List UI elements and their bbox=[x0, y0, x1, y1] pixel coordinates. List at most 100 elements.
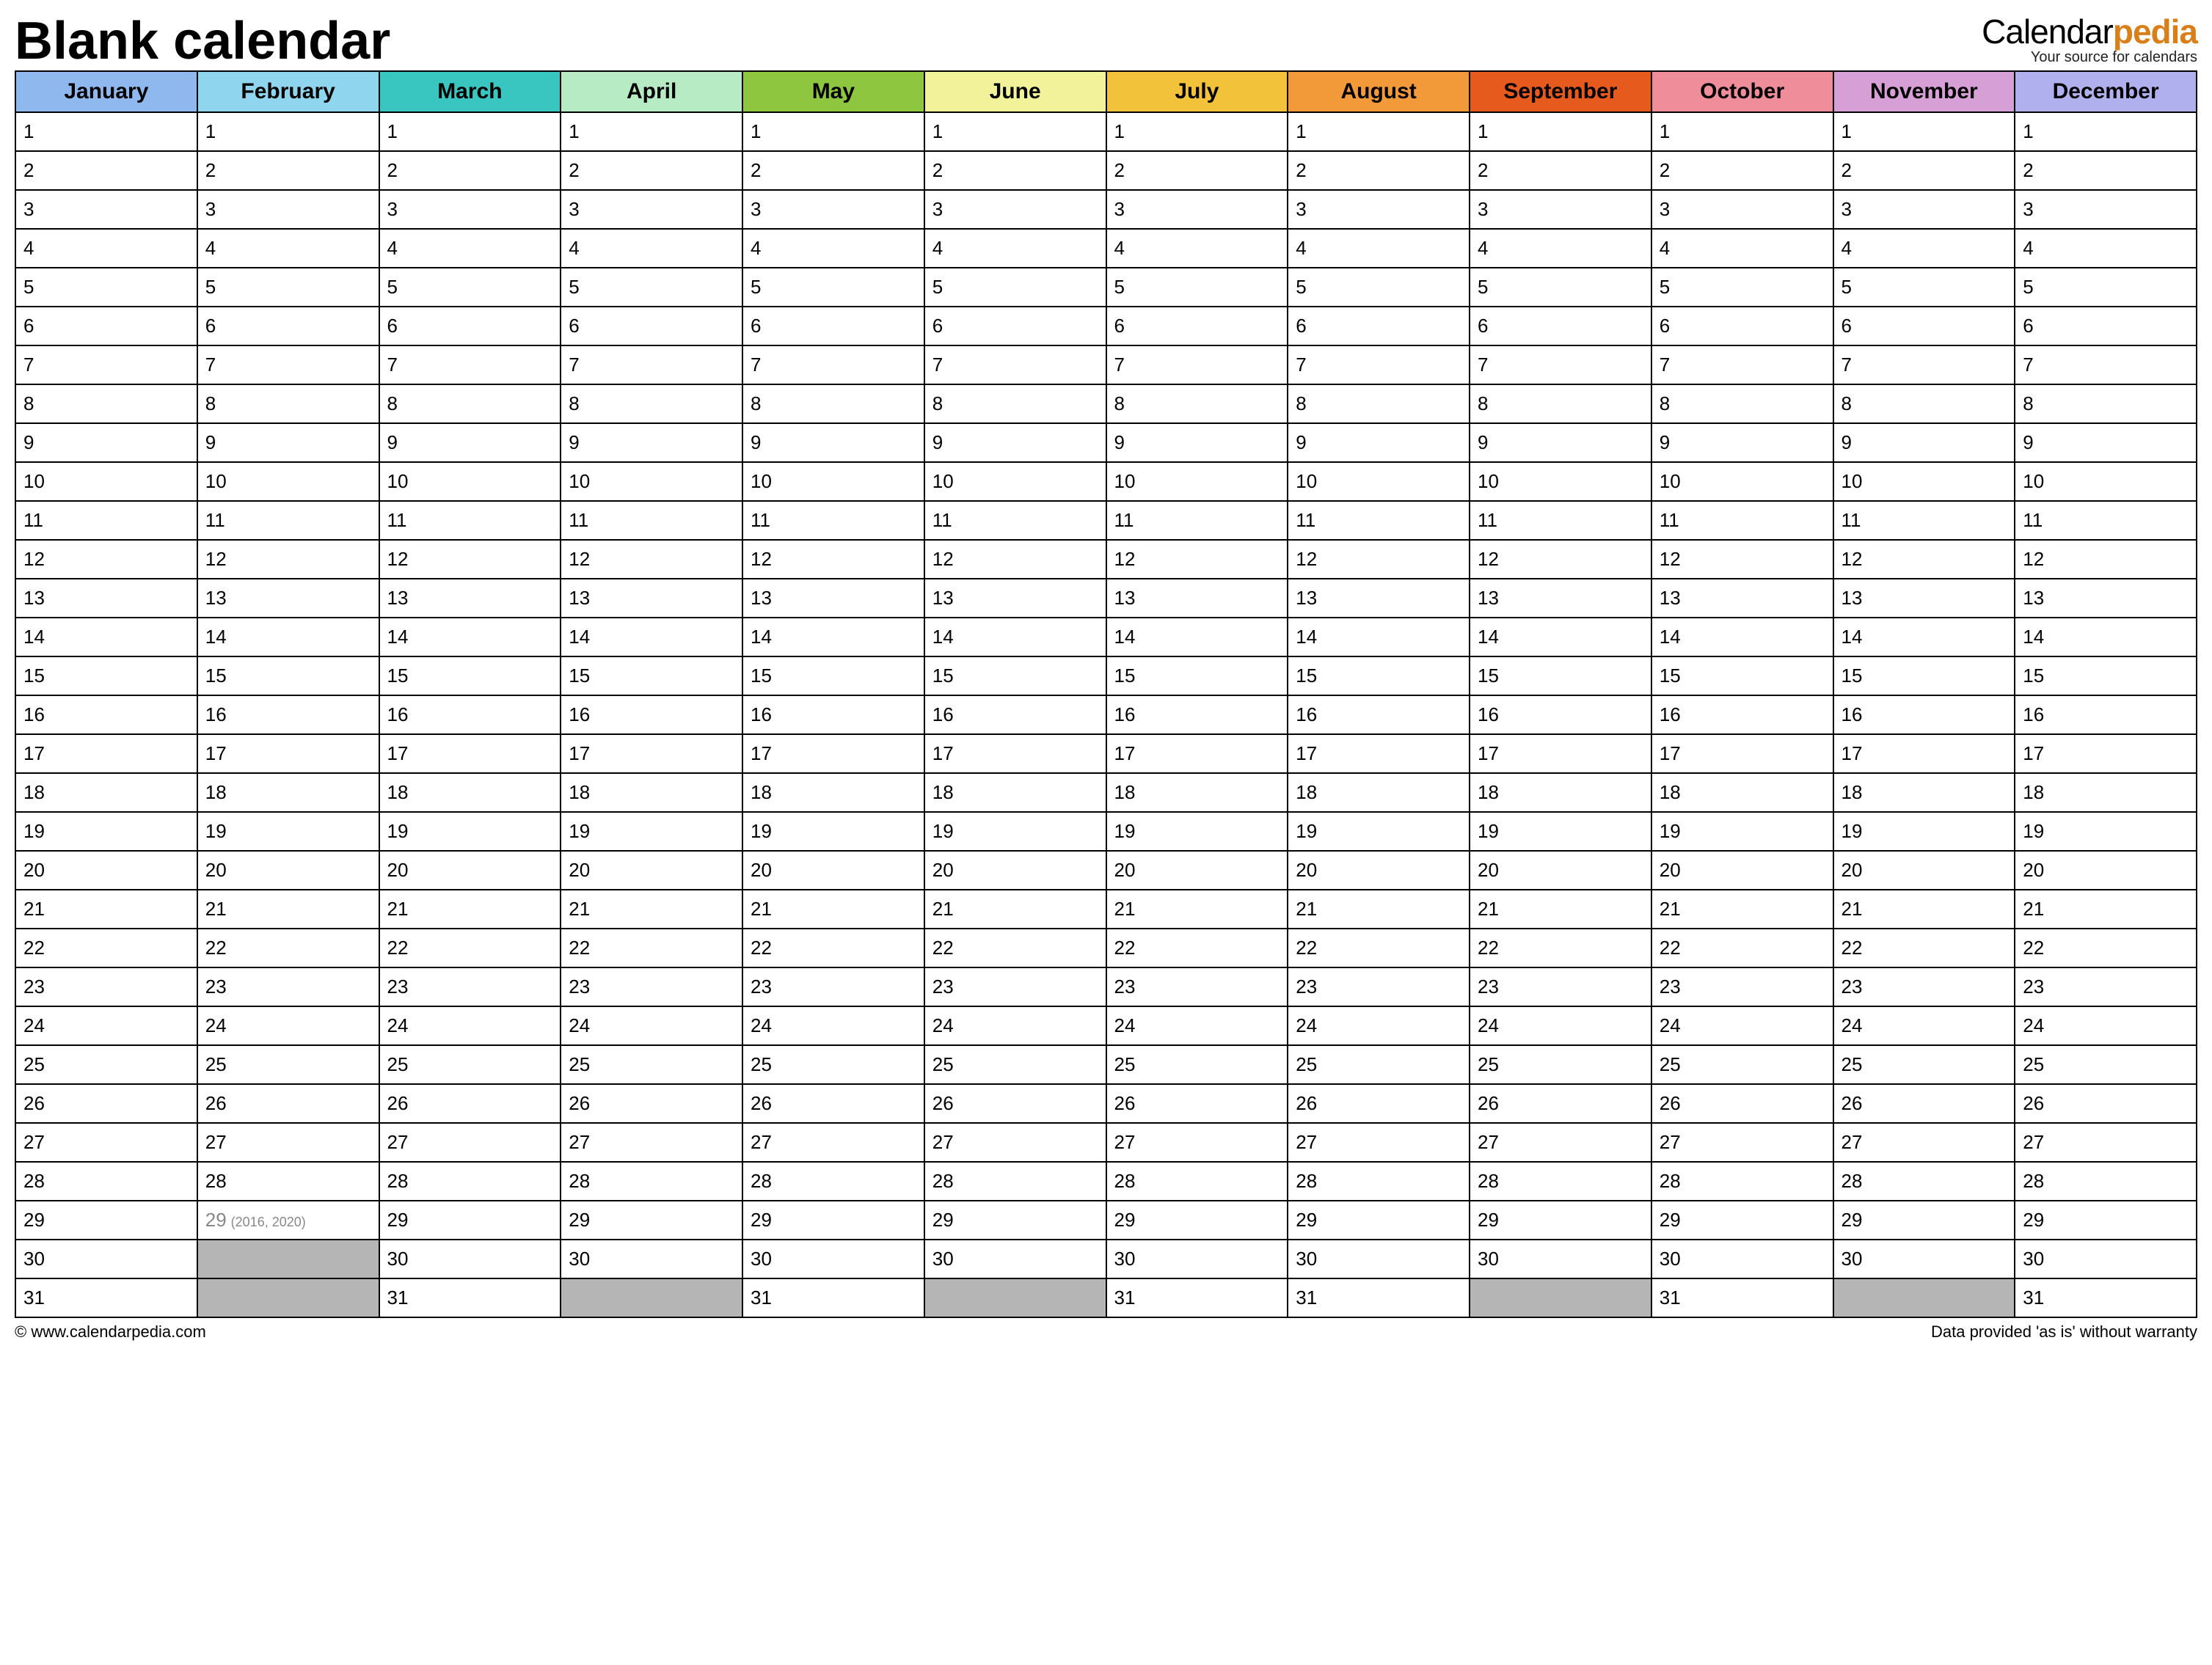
day-cell: 5 bbox=[379, 268, 561, 307]
day-cell: 21 bbox=[379, 890, 561, 929]
month-header-april: April bbox=[561, 71, 742, 112]
day-cell: 30 bbox=[2015, 1240, 2197, 1278]
day-cell: 24 bbox=[2015, 1006, 2197, 1045]
day-cell: 30 bbox=[1288, 1240, 1470, 1278]
day-cell: 12 bbox=[1470, 540, 1651, 579]
calendar-body: 1111111111112222222222223333333333334444… bbox=[15, 112, 2197, 1317]
day-cell: 4 bbox=[742, 229, 924, 268]
day-cell: 18 bbox=[379, 773, 561, 812]
day-cell: 9 bbox=[1106, 423, 1288, 462]
day-cell: 18 bbox=[197, 773, 379, 812]
day-cell: 27 bbox=[15, 1123, 197, 1162]
footer-right: Data provided 'as is' without warranty bbox=[1931, 1322, 2197, 1342]
day-cell: 27 bbox=[924, 1123, 1106, 1162]
day-cell: 30 bbox=[924, 1240, 1106, 1278]
day-cell: 8 bbox=[15, 384, 197, 423]
day-cell: 1 bbox=[1470, 112, 1651, 151]
day-cell: 3 bbox=[1651, 190, 1833, 229]
month-header-june: June bbox=[924, 71, 1106, 112]
day-cell: 15 bbox=[1833, 656, 2015, 695]
day-cell bbox=[197, 1240, 379, 1278]
day-cell: 20 bbox=[2015, 851, 2197, 890]
day-cell: 7 bbox=[1288, 345, 1470, 384]
day-cell: 12 bbox=[2015, 540, 2197, 579]
day-cell: 25 bbox=[197, 1045, 379, 1084]
day-cell: 17 bbox=[1470, 734, 1651, 773]
day-cell: 26 bbox=[379, 1084, 561, 1123]
day-row: 171717171717171717171717 bbox=[15, 734, 2197, 773]
day-cell: 9 bbox=[15, 423, 197, 462]
day-cell: 26 bbox=[2015, 1084, 2197, 1123]
day-cell: 3 bbox=[561, 190, 742, 229]
day-cell: 5 bbox=[2015, 268, 2197, 307]
brand-name: Calendarpedia bbox=[1982, 15, 2197, 48]
day-cell: 22 bbox=[1470, 929, 1651, 967]
day-cell: 28 bbox=[1470, 1162, 1651, 1201]
day-cell: 29 bbox=[2015, 1201, 2197, 1240]
day-cell: 26 bbox=[197, 1084, 379, 1123]
day-cell: 21 bbox=[742, 890, 924, 929]
day-cell: 16 bbox=[15, 695, 197, 734]
day-cell: 25 bbox=[2015, 1045, 2197, 1084]
day-cell: 23 bbox=[2015, 967, 2197, 1006]
day-row: 555555555555 bbox=[15, 268, 2197, 307]
day-cell: 6 bbox=[1288, 307, 1470, 345]
day-cell: 9 bbox=[924, 423, 1106, 462]
day-cell: 10 bbox=[1106, 462, 1288, 501]
day-cell: 28 bbox=[742, 1162, 924, 1201]
day-cell: 26 bbox=[1288, 1084, 1470, 1123]
day-cell: 21 bbox=[561, 890, 742, 929]
day-cell: 25 bbox=[1651, 1045, 1833, 1084]
day-cell: 27 bbox=[561, 1123, 742, 1162]
month-header-august: August bbox=[1288, 71, 1470, 112]
day-cell: 12 bbox=[1288, 540, 1470, 579]
day-cell: 7 bbox=[1833, 345, 2015, 384]
day-cell: 8 bbox=[1833, 384, 2015, 423]
day-cell: 10 bbox=[1288, 462, 1470, 501]
day-cell: 4 bbox=[15, 229, 197, 268]
day-cell: 13 bbox=[1288, 579, 1470, 618]
day-row: 3030303030303030303030 bbox=[15, 1240, 2197, 1278]
day-cell: 9 bbox=[1288, 423, 1470, 462]
day-cell: 2 bbox=[15, 151, 197, 190]
day-cell: 12 bbox=[1106, 540, 1288, 579]
day-row: 191919191919191919191919 bbox=[15, 812, 2197, 851]
day-cell: 29 bbox=[1106, 1201, 1288, 1240]
day-cell: 27 bbox=[1833, 1123, 2015, 1162]
day-cell: 22 bbox=[1651, 929, 1833, 967]
day-cell: 28 bbox=[2015, 1162, 2197, 1201]
day-cell: 1 bbox=[561, 112, 742, 151]
day-cell: 20 bbox=[1288, 851, 1470, 890]
day-cell: 25 bbox=[924, 1045, 1106, 1084]
day-cell: 20 bbox=[924, 851, 1106, 890]
day-cell: 17 bbox=[1106, 734, 1288, 773]
day-cell: 27 bbox=[1106, 1123, 1288, 1162]
day-cell: 13 bbox=[1470, 579, 1651, 618]
day-cell: 1 bbox=[924, 112, 1106, 151]
day-cell: 29 bbox=[742, 1201, 924, 1240]
month-header-march: March bbox=[379, 71, 561, 112]
day-cell: 12 bbox=[1833, 540, 2015, 579]
day-cell: 15 bbox=[1470, 656, 1651, 695]
day-cell: 31 bbox=[1106, 1278, 1288, 1317]
day-cell: 13 bbox=[1833, 579, 2015, 618]
day-cell bbox=[561, 1278, 742, 1317]
day-cell: 7 bbox=[197, 345, 379, 384]
day-cell: 4 bbox=[1833, 229, 2015, 268]
day-cell: 22 bbox=[1833, 929, 2015, 967]
day-cell: 11 bbox=[1470, 501, 1651, 540]
day-cell: 7 bbox=[379, 345, 561, 384]
day-cell: 20 bbox=[1106, 851, 1288, 890]
day-cell: 11 bbox=[197, 501, 379, 540]
day-cell: 14 bbox=[1288, 618, 1470, 656]
day-cell: 13 bbox=[924, 579, 1106, 618]
day-cell: 5 bbox=[1651, 268, 1833, 307]
day-cell: 6 bbox=[197, 307, 379, 345]
day-cell: 3 bbox=[1470, 190, 1651, 229]
day-cell: 10 bbox=[1651, 462, 1833, 501]
day-cell: 20 bbox=[15, 851, 197, 890]
day-cell: 9 bbox=[742, 423, 924, 462]
day-cell: 23 bbox=[1833, 967, 2015, 1006]
day-cell: 25 bbox=[1288, 1045, 1470, 1084]
day-row: 212121212121212121212121 bbox=[15, 890, 2197, 929]
